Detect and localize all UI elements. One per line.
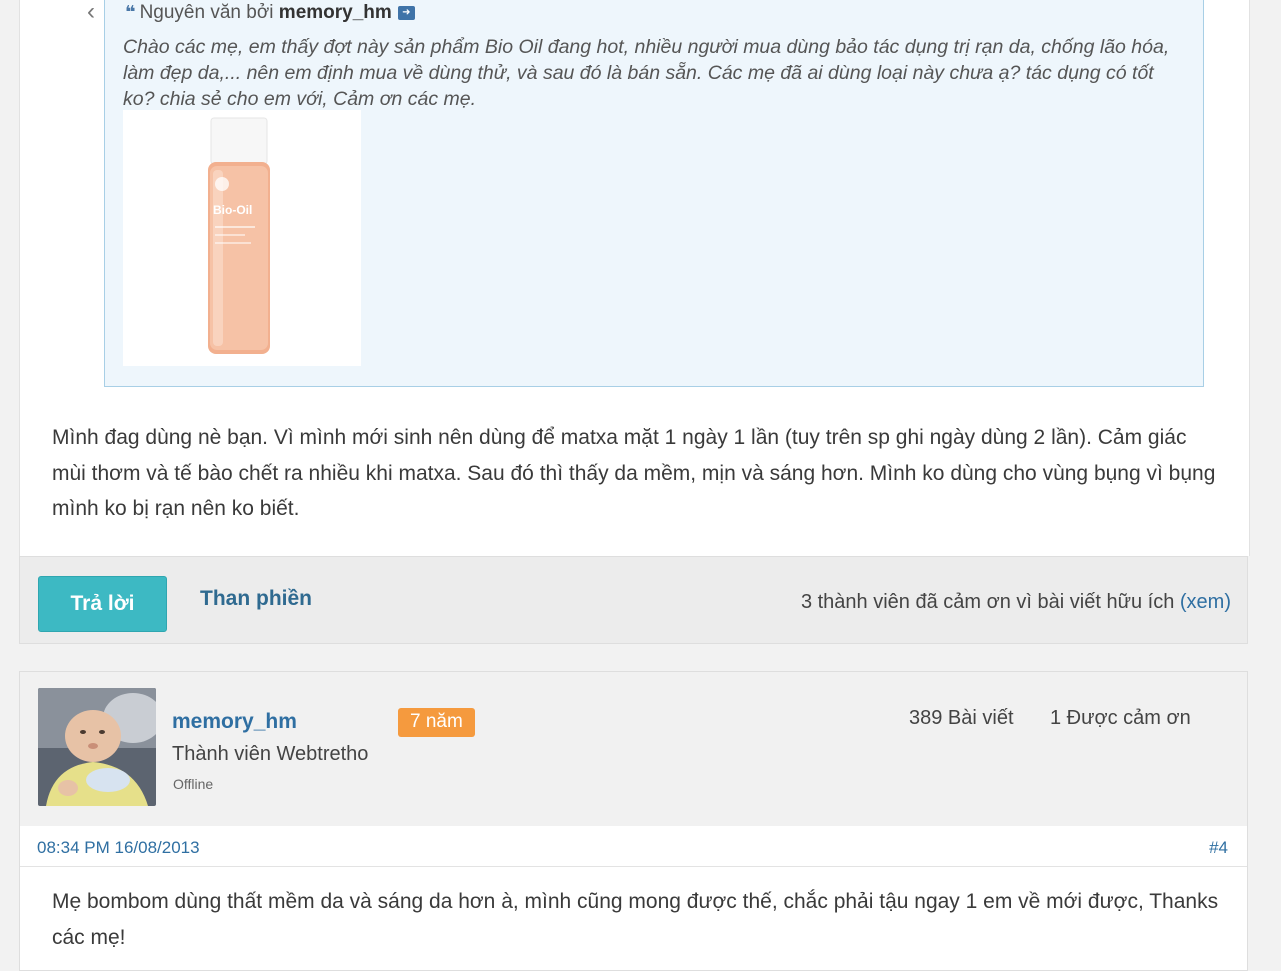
post-body: Mình đag dùng nè bạn. Vì mình mới sinh n… (52, 426, 1216, 520)
post-number-link[interactable]: #4 (1209, 838, 1228, 858)
user-info-header: memory_hm 7 năm Thành viên Webtretho Off… (20, 672, 1247, 826)
avatar[interactable] (38, 688, 156, 806)
post-actions-bar: Trả lời Than phiền 3 thành viên đã cảm ơ… (19, 556, 1248, 644)
view-thanks-link[interactable]: (xem) (1180, 591, 1231, 613)
post-meta-bar: 08:34 PM 16/08/2013 #4 (20, 826, 1247, 867)
quote-prefix: Nguyên văn bởi (139, 2, 274, 23)
bio-oil-bottle-image: Bio-Oil (208, 117, 270, 354)
quote-text: Chào các mẹ, em thấy đợt này sản phẩm Bi… (123, 36, 1170, 110)
baby-avatar-image (38, 688, 156, 806)
reply-button[interactable]: Trả lời (38, 576, 167, 632)
member-title: Thành viên Webtretho (172, 743, 369, 765)
user-post-count: 389 Bài viết (909, 707, 1014, 729)
quote-header: ❝ Nguyên văn bởi memory_hm ➜ (125, 2, 415, 24)
post-date: 08:34 PM 16/08/2013 (37, 838, 200, 857)
product-image: Bio-Oil (123, 110, 361, 366)
thanks-text: 3 thành viên đã cảm ơn vì bài viết hữu í… (800, 591, 1175, 613)
post-3: ‹ ❝ Nguyên văn bởi memory_hm ➜ Chào các mẹ… (19, 0, 1250, 556)
post-body: Mẹ bombom dùng thất mềm da và sáng da hơ… (52, 890, 1219, 949)
user-thanks-count: 1 Được cảm ơn (1050, 707, 1191, 729)
username-link[interactable]: memory_hm (172, 710, 297, 734)
chevron-left-icon[interactable]: ‹ (87, 0, 95, 24)
quote-icon: ❝ (125, 2, 136, 22)
arrow-right-icon[interactable]: ➜ (397, 5, 415, 20)
complain-link[interactable]: Than phiền (200, 587, 312, 611)
quote-author[interactable]: memory_hm (279, 2, 392, 23)
post-4: memory_hm 7 năm Thành viên Webtretho Off… (19, 671, 1248, 971)
online-status: Offline (173, 776, 214, 792)
membership-years-badge: 7 năm (398, 708, 475, 737)
thanks-summary: 3 thành viên đã cảm ơn vì bài viết hữu í… (801, 591, 1231, 614)
bottle-brand-text: Bio-Oil (213, 203, 252, 217)
quote-block: ‹ ❝ Nguyên văn bởi memory_hm ➜ Chào các mẹ… (87, 0, 1204, 387)
